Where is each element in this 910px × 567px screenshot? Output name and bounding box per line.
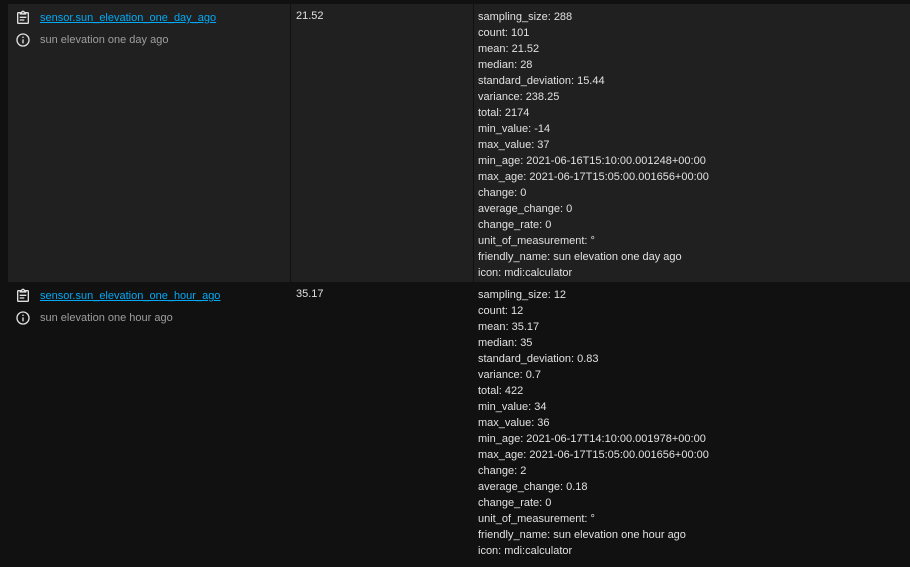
attribute-item: variance: 238.25	[478, 91, 560, 103]
attributes-list: sampling_size: 288 count: 101 mean: 21.5…	[478, 9, 709, 281]
attribute-item: mean: 21.52	[478, 43, 540, 55]
attribute-item: average_change: 0.18	[478, 481, 588, 493]
attribute-item: max_age: 2021-06-17T15:05:00.001656+00:0…	[478, 171, 709, 183]
attribute-item: change_rate: 0	[478, 219, 552, 231]
attribute-item: variance: 0.7	[478, 369, 541, 381]
attribute-item: standard_deviation: 0.83	[478, 353, 599, 365]
attribute-item: icon: mdi:calculator	[478, 545, 573, 557]
entity-friendly-name: sun elevation one hour ago	[40, 312, 173, 324]
attribute-item: min_age: 2021-06-16T15:10:00.001248+00:0…	[478, 155, 706, 167]
state-value: 21.52	[296, 10, 324, 22]
states-table: sensor.sun_elevation_one_day_ago sun ele…	[0, 0, 910, 567]
attribute-item: change: 2	[478, 465, 527, 477]
entity-cell: sensor.sun_elevation_one_day_ago sun ele…	[8, 4, 290, 282]
attribute-item: unit_of_measurement: °	[478, 513, 595, 525]
attribute-item: change_rate: 0	[478, 497, 552, 509]
attribute-item: max_value: 37	[478, 139, 550, 151]
attribute-item: median: 35	[478, 337, 533, 349]
attribute-item: count: 12	[478, 305, 524, 317]
attribute-item: standard_deviation: 15.44	[478, 75, 605, 87]
attribute-item: friendly_name: sun elevation one day ago	[478, 251, 682, 263]
attribute-item: min_age: 2021-06-17T14:10:00.001978+00:0…	[478, 433, 706, 445]
attribute-item: unit_of_measurement: °	[478, 235, 595, 247]
attribute-item: icon: mdi:calculator	[478, 267, 573, 279]
attribute-item: total: 422	[478, 385, 524, 397]
attribute-item: change: 0	[478, 187, 527, 199]
entity-id-link[interactable]: sensor.sun_elevation_one_day_ago	[40, 12, 216, 24]
info-icon[interactable]	[15, 310, 31, 326]
attribute-item: sampling_size: 12	[478, 289, 567, 301]
copy-icon[interactable]	[15, 288, 31, 304]
attributes-cell: sampling_size: 12 count: 12 mean: 35.17 …	[473, 282, 910, 567]
attribute-item: friendly_name: sun elevation one hour ag…	[478, 529, 686, 541]
entity-id-link[interactable]: sensor.sun_elevation_one_hour_ago	[40, 290, 220, 302]
attribute-item: min_value: -14	[478, 123, 551, 135]
attribute-item: max_value: 36	[478, 417, 550, 429]
info-icon[interactable]	[15, 32, 31, 48]
table-row: sensor.sun_elevation_one_day_ago sun ele…	[8, 4, 910, 282]
attribute-item: min_value: 34	[478, 401, 547, 413]
attributes-cell: sampling_size: 288 count: 101 mean: 21.5…	[473, 4, 910, 282]
state-cell: 35.17	[290, 282, 474, 567]
state-cell: 21.52	[290, 4, 474, 282]
entity-cell: sensor.sun_elevation_one_hour_ago sun el…	[8, 282, 290, 567]
attribute-item: total: 2174	[478, 107, 530, 119]
attributes-list: sampling_size: 12 count: 12 mean: 35.17 …	[478, 287, 709, 559]
copy-icon[interactable]	[15, 10, 31, 26]
state-value: 35.17	[296, 288, 324, 300]
attribute-item: count: 101	[478, 27, 530, 39]
attribute-item: sampling_size: 288	[478, 11, 573, 23]
entity-friendly-name: sun elevation one day ago	[40, 34, 169, 46]
attribute-item: max_age: 2021-06-17T15:05:00.001656+00:0…	[478, 449, 709, 461]
attribute-item: average_change: 0	[478, 203, 573, 215]
attribute-item: median: 28	[478, 59, 533, 71]
attribute-item: mean: 35.17	[478, 321, 540, 333]
table-row: sensor.sun_elevation_one_hour_ago sun el…	[8, 282, 910, 567]
